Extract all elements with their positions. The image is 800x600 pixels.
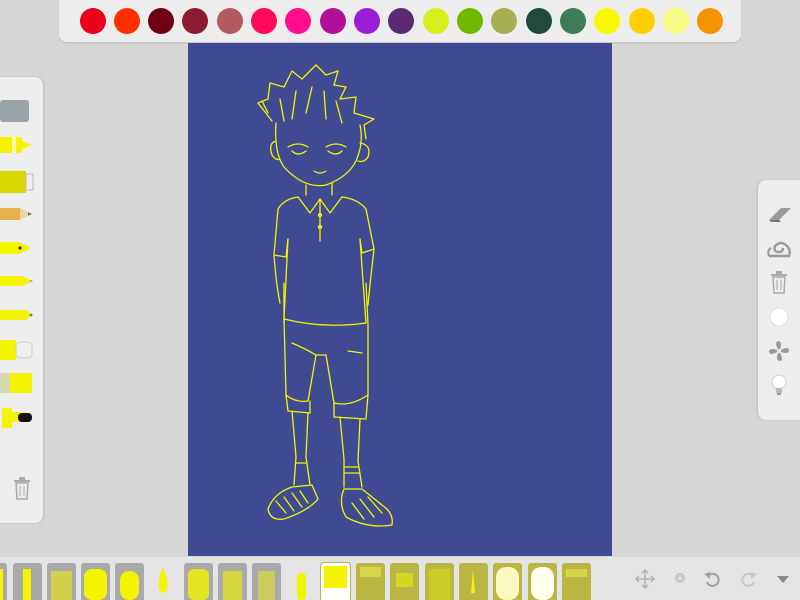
brush-preset[interactable] bbox=[493, 563, 522, 600]
color-swatch[interactable] bbox=[457, 8, 483, 34]
lightbulb-icon[interactable] bbox=[767, 373, 791, 397]
color-swatch[interactable] bbox=[388, 8, 414, 34]
undo-icon[interactable] bbox=[702, 568, 724, 590]
crayon-tool[interactable] bbox=[0, 368, 38, 398]
brush-preset[interactable] bbox=[149, 563, 178, 600]
fan-icon[interactable] bbox=[767, 339, 791, 363]
drawing-canvas[interactable] bbox=[188, 43, 612, 556]
highlighter-tool[interactable] bbox=[0, 335, 38, 365]
ink-pen-tool[interactable] bbox=[0, 234, 38, 264]
brush-preset[interactable] bbox=[184, 563, 213, 600]
color-swatch[interactable] bbox=[663, 8, 689, 34]
brush-preset[interactable] bbox=[218, 563, 247, 600]
zoom-icon[interactable] bbox=[670, 568, 692, 590]
right-tool-panel bbox=[758, 180, 800, 420]
color-swatch[interactable] bbox=[114, 8, 140, 34]
paint-tube-tool[interactable] bbox=[0, 167, 38, 197]
move-icon[interactable] bbox=[634, 568, 656, 590]
color-swatch[interactable] bbox=[251, 8, 277, 34]
brush-preset[interactable] bbox=[81, 563, 110, 600]
brush-preset[interactable] bbox=[47, 563, 76, 600]
brush-preset[interactable] bbox=[390, 563, 419, 600]
brush-preset[interactable] bbox=[425, 563, 454, 600]
color-swatch[interactable] bbox=[526, 8, 552, 34]
color-swatch[interactable] bbox=[354, 8, 380, 34]
brush-preset[interactable] bbox=[13, 563, 42, 600]
color-swatch[interactable] bbox=[697, 8, 723, 34]
brush-preset[interactable] bbox=[0, 563, 7, 600]
color-swatch[interactable] bbox=[148, 8, 174, 34]
circle-icon[interactable] bbox=[767, 305, 791, 329]
color-swatch[interactable] bbox=[80, 8, 106, 34]
brush-preset[interactable] bbox=[356, 563, 385, 600]
felt-pen-tool[interactable] bbox=[0, 301, 38, 331]
color-swatch[interactable] bbox=[217, 8, 243, 34]
brush-preset[interactable] bbox=[115, 563, 144, 600]
brush-preset[interactable] bbox=[459, 563, 488, 600]
eraser-tool[interactable] bbox=[0, 97, 38, 127]
brush-preset-selected[interactable] bbox=[320, 562, 351, 600]
brush-preset[interactable] bbox=[252, 563, 281, 600]
marker-tool[interactable] bbox=[0, 131, 38, 161]
eraser-icon[interactable] bbox=[767, 202, 791, 226]
color-swatch[interactable] bbox=[182, 8, 208, 34]
snail-icon[interactable] bbox=[767, 236, 791, 260]
dropdown-icon[interactable] bbox=[772, 568, 794, 590]
color-palette bbox=[59, 0, 741, 42]
dropper-tool[interactable] bbox=[0, 403, 38, 433]
color-swatch[interactable] bbox=[423, 8, 449, 34]
ballpoint-tool[interactable] bbox=[0, 267, 38, 297]
color-swatch[interactable] bbox=[629, 8, 655, 34]
color-swatch[interactable] bbox=[491, 8, 517, 34]
boy-sketch bbox=[257, 64, 393, 527]
brush-preset[interactable] bbox=[528, 563, 557, 600]
tool-panel bbox=[0, 77, 43, 523]
redo-icon[interactable] bbox=[737, 568, 759, 590]
color-swatch[interactable] bbox=[560, 8, 586, 34]
color-swatch[interactable] bbox=[594, 8, 620, 34]
brush-preset[interactable] bbox=[287, 563, 316, 600]
color-swatch[interactable] bbox=[320, 8, 346, 34]
trash-icon[interactable] bbox=[10, 475, 34, 501]
pencil-tool[interactable] bbox=[0, 200, 38, 230]
trash-icon[interactable] bbox=[767, 270, 791, 294]
brush-preset[interactable] bbox=[562, 563, 591, 600]
color-swatch[interactable] bbox=[285, 8, 311, 34]
